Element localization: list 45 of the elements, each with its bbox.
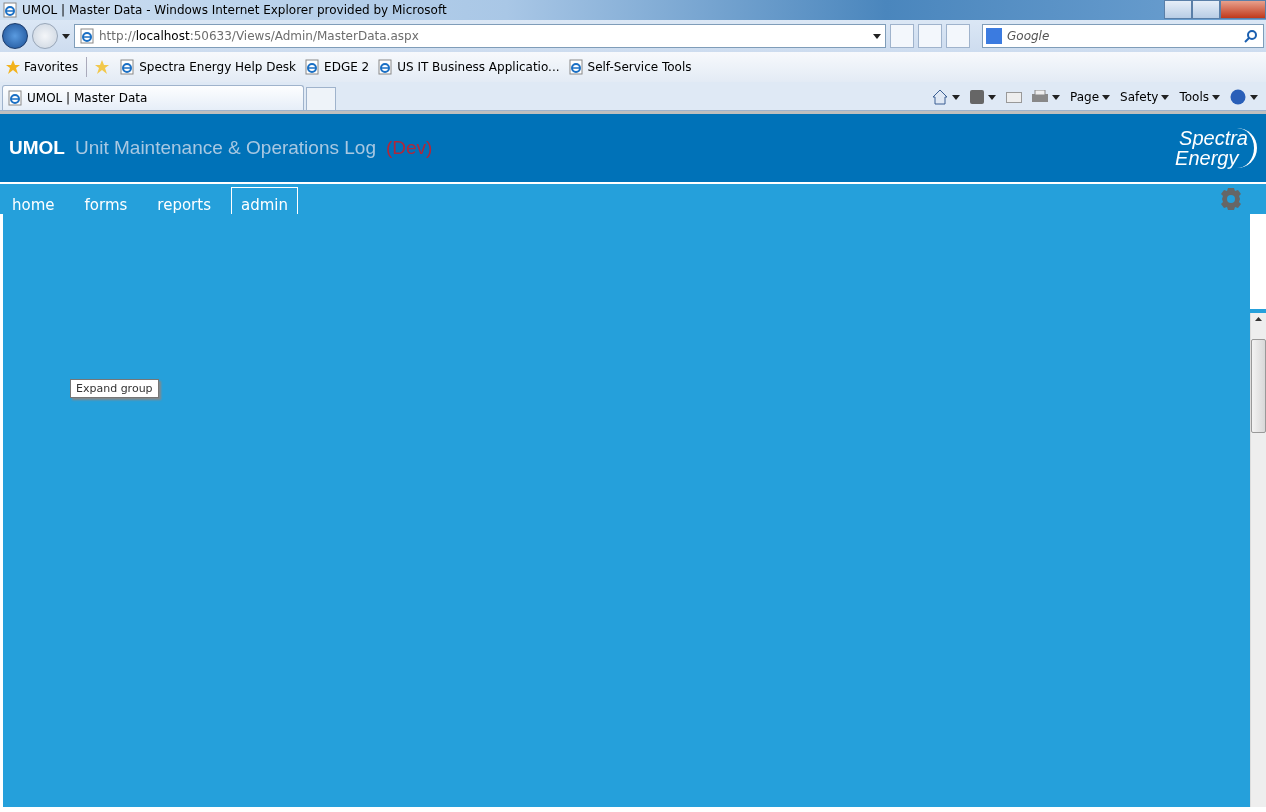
dropdown-caret-icon[interactable] [1161, 94, 1170, 100]
page-icon [7, 90, 23, 106]
page-icon [119, 59, 136, 75]
command-menu[interactable]: Page [1070, 90, 1111, 104]
command-menu[interactable]: Tools [1179, 90, 1220, 104]
command-menu[interactable]: Safety [1120, 90, 1170, 104]
favorite-link[interactable]: EDGE 2 [304, 59, 370, 75]
search-field[interactable]: Google [982, 24, 1264, 48]
window-title: UMOL | Master Data - Windows Internet Explorer provided by Microsoft [22, 3, 447, 17]
dropdown-caret-icon[interactable] [988, 94, 996, 100]
page-icon [377, 59, 394, 75]
dropdown-caret-icon[interactable] [62, 33, 70, 39]
home-icon[interactable] [932, 89, 948, 105]
dropdown-caret-icon[interactable] [952, 94, 960, 100]
dropdown-caret-icon[interactable] [873, 33, 881, 39]
minimize-button[interactable] [1164, 0, 1192, 19]
new-tab-button[interactable] [306, 87, 336, 110]
dropdown-caret-icon[interactable] [1250, 94, 1258, 100]
dropdown-caret-icon[interactable] [1102, 94, 1111, 100]
back-button[interactable] [2, 23, 28, 49]
dropdown-caret-icon[interactable] [1052, 94, 1060, 100]
app-title: Unit Maintenance & Operations Log [74, 137, 376, 159]
scrollbar[interactable] [1250, 313, 1266, 807]
tooltip: Expand group [70, 379, 159, 398]
address-field[interactable]: http://localhost:50633/Views/Admin/MasterData.aspx [74, 24, 886, 48]
settings-icon[interactable] [1218, 188, 1244, 210]
app-brand: UMOL [9, 137, 65, 159]
mail-icon[interactable] [1006, 91, 1022, 103]
favorite-link[interactable]: Spectra Energy Help Desk [119, 59, 297, 75]
restore-button[interactable] [1192, 0, 1220, 19]
page-icon [2, 2, 18, 18]
search-icon[interactable] [1244, 29, 1258, 43]
dropdown-caret-icon[interactable] [1212, 94, 1220, 100]
page-icon [304, 59, 321, 75]
favorites-button[interactable]: Favorites [6, 60, 79, 74]
page-icon [567, 59, 584, 75]
environment-label: (Dev) [385, 137, 433, 159]
scroll-up-icon[interactable] [1255, 317, 1262, 321]
close-button[interactable] [1220, 0, 1266, 19]
star-icon [6, 60, 20, 74]
favorite-link[interactable]: US IT Business Applicatio... [377, 59, 560, 75]
page-icon [79, 28, 95, 44]
scrollbar-thumb[interactable] [1251, 339, 1266, 433]
browser-tab[interactable]: UMOL | Master Data [2, 85, 304, 110]
favorite-link[interactable]: Self-Service Tools [567, 59, 692, 75]
